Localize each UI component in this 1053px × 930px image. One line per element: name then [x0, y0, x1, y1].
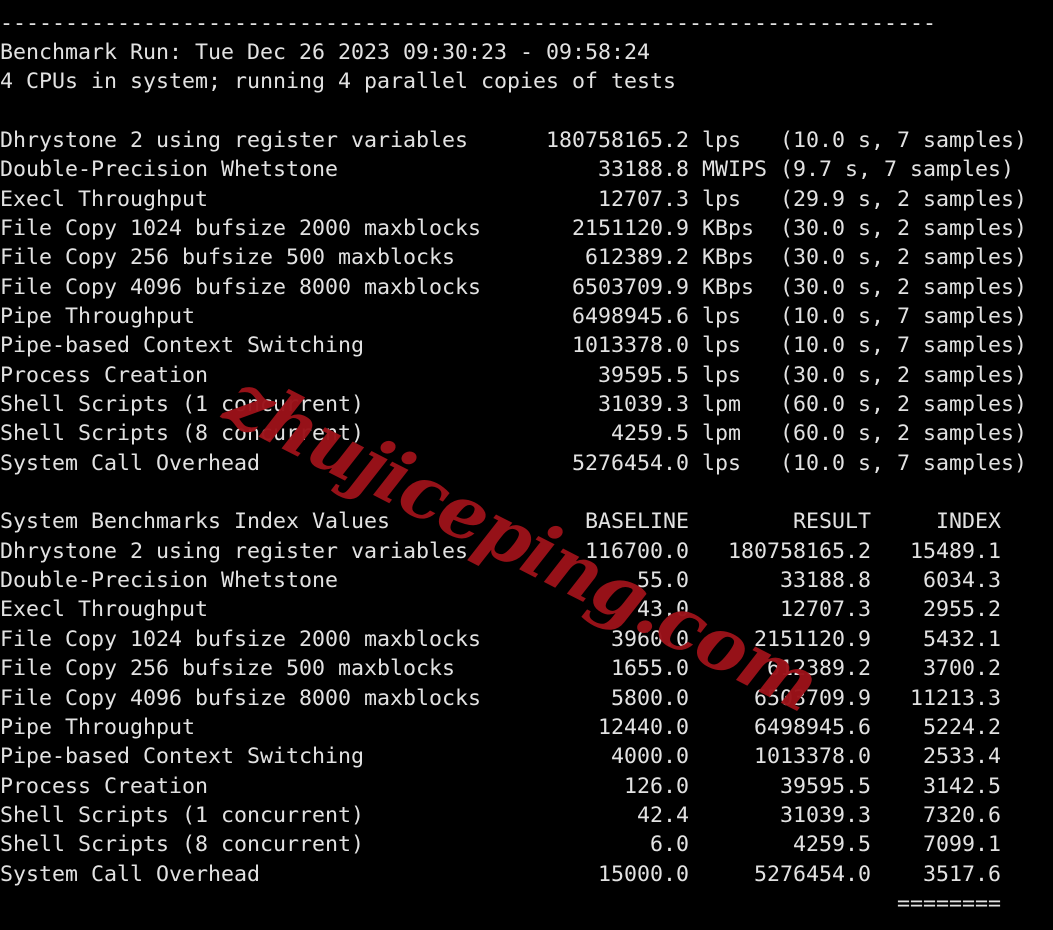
terminal-line: Shell Scripts (1 concurrent) 42.4 31039.… — [0, 802, 1002, 828]
terminal-line: ----------------------------------------… — [0, 10, 937, 36]
terminal-line: ======== — [0, 890, 1002, 916]
terminal-line: Dhrystone 2 using register variables 116… — [0, 538, 1002, 564]
terminal-line: Benchmark Run: Tue Dec 26 2023 09:30:23 … — [0, 39, 651, 65]
terminal-line: File Copy 4096 bufsize 8000 maxblocks 58… — [0, 685, 1002, 711]
terminal-line: File Copy 256 bufsize 500 maxblocks 1655… — [0, 656, 1002, 682]
terminal-line: File Copy 4096 bufsize 8000 maxblocks 65… — [0, 274, 1028, 300]
terminal-line: Double-Precision Whetstone 33188.8 MWIPS… — [0, 157, 1015, 183]
terminal-line: Pipe Throughput 12440.0 6498945.6 5224.2 — [0, 714, 1002, 740]
terminal-line: System Call Overhead 5276454.0 lps (10.0… — [0, 450, 1028, 476]
terminal-window: ----------------------------------------… — [0, 0, 1053, 930]
terminal-line: Pipe-based Context Switching 4000.0 1013… — [0, 744, 1002, 770]
terminal-line: Execl Throughput 43.0 12707.3 2955.2 — [0, 597, 1002, 623]
terminal-line: Process Creation 39595.5 lps (30.0 s, 2 … — [0, 362, 1028, 388]
terminal-line: Shell Scripts (8 concurrent) 4259.5 lpm … — [0, 421, 1028, 447]
terminal-line: Double-Precision Whetstone 55.0 33188.8 … — [0, 568, 1002, 594]
terminal-line: System Benchmarks Index Values BASELINE … — [0, 509, 1002, 535]
terminal-line: File Copy 1024 bufsize 2000 maxblocks 39… — [0, 626, 1002, 652]
terminal-line: File Copy 1024 bufsize 2000 maxblocks 21… — [0, 216, 1028, 241]
terminal-line: System Call Overhead 15000.0 5276454.0 3… — [0, 861, 1002, 887]
terminal-line: Process Creation 126.0 39595.5 3142.5 — [0, 773, 1002, 799]
terminal-output: ----------------------------------------… — [0, 9, 1053, 930]
terminal-line: Dhrystone 2 using register variables 180… — [0, 127, 1028, 153]
terminal-line: File Copy 256 bufsize 500 maxblocks 6123… — [0, 245, 1028, 271]
terminal-line: Pipe-based Context Switching 1013378.0 l… — [0, 333, 1028, 359]
terminal-line: Execl Throughput 12707.3 lps (29.9 s, 2 … — [0, 186, 1028, 212]
terminal-line: Shell Scripts (1 concurrent) 31039.3 lpm… — [0, 392, 1028, 418]
terminal-line: Shell Scripts (8 concurrent) 6.0 4259.5 … — [0, 832, 1002, 858]
terminal-line: 4 CPUs in system; running 4 parallel cop… — [0, 69, 677, 95]
terminal-line: Pipe Throughput 6498945.6 lps (10.0 s, 7… — [0, 304, 1028, 330]
